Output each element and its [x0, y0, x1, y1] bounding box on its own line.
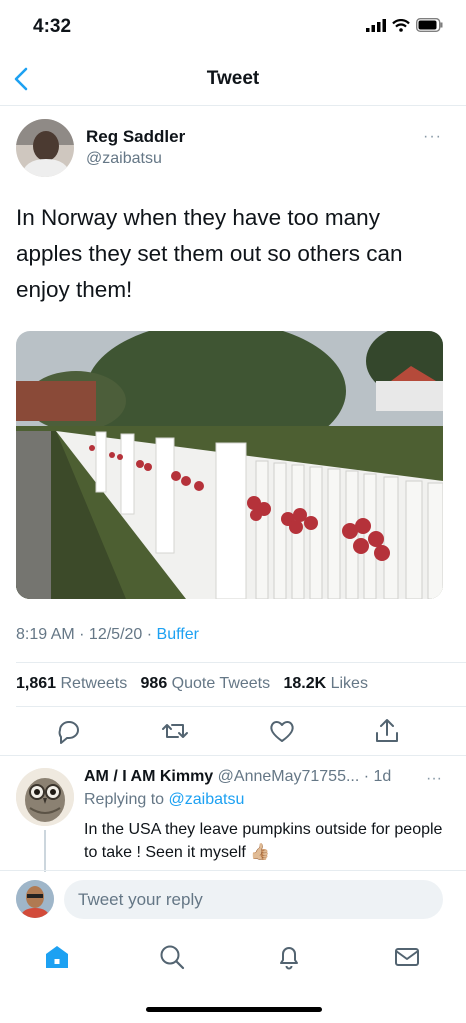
nav-divider [0, 105, 466, 106]
retweets-label: Retweets [56, 675, 128, 692]
thread-line [44, 830, 46, 872]
home-indicator[interactable] [146, 1007, 322, 1012]
retweet-icon[interactable] [160, 716, 190, 746]
tweet-text: In Norway when they have too many apples… [16, 205, 403, 302]
my-avatar [16, 880, 54, 918]
divider [0, 870, 466, 871]
heart-icon[interactable] [267, 716, 297, 746]
likes-label: Likes [326, 675, 368, 692]
likes-stat[interactable]: 18.2K Likes [283, 675, 368, 692]
reply-text: In the USA they leave pumpkins outside f… [84, 821, 443, 861]
reply-avatar[interactable] [16, 768, 74, 826]
author-handle[interactable]: @zaibatsu [86, 150, 162, 168]
page-title: Tweet [206, 68, 260, 89]
reply-placeholder: Tweet your reply [78, 890, 203, 909]
replying-to-link[interactable]: @zaibatsu [169, 791, 245, 808]
quotes-label: Quote Tweets [167, 675, 271, 692]
author-name[interactable]: Reg Saddler [86, 127, 185, 147]
replying-label: Replying to [84, 791, 169, 808]
divider [16, 706, 466, 707]
retweets-count: 1,861 [16, 675, 57, 692]
status-icons [366, 18, 444, 32]
quotes-stat[interactable]: 986 Quote Tweets [141, 675, 271, 692]
reply-more-options-icon[interactable]: ··· [426, 770, 442, 788]
divider [0, 755, 466, 756]
messages-icon[interactable] [392, 942, 422, 972]
reply-author-name[interactable]: AM / I AM Kimmy [84, 768, 213, 785]
reply-icon[interactable] [54, 716, 84, 746]
tweet-timestamp: 8:19 AM · 12/5/20 · [16, 626, 157, 643]
tweet-image[interactable] [16, 331, 443, 599]
signal-icon [366, 18, 386, 32]
tweet-meta: 8:19 AM · 12/5/20 · Buffer [16, 626, 199, 644]
avatar[interactable] [16, 119, 74, 177]
quotes-count: 986 [140, 675, 168, 692]
wifi-icon [392, 18, 410, 32]
reply-author-handle[interactable]: @AnneMay71755... · 1d [213, 768, 392, 785]
home-icon[interactable] [42, 942, 72, 972]
divider [16, 662, 466, 663]
retweets-stat[interactable]: 1,861 Retweets [16, 675, 127, 692]
status-time: 4:32 [33, 16, 72, 37]
search-icon[interactable] [157, 942, 187, 972]
share-icon[interactable] [372, 716, 402, 746]
battery-icon [416, 18, 443, 32]
notifications-icon[interactable] [274, 942, 304, 972]
replying-to: Replying to @zaibatsu [84, 791, 244, 809]
likes-count: 18.2K [283, 675, 327, 692]
tweet-stats: 1,861 Retweets 986 Quote Tweets 18.2K Li… [16, 675, 368, 693]
tweet-source-link[interactable]: Buffer [157, 626, 199, 643]
more-options-icon[interactable]: ··· [423, 128, 442, 146]
reply-header: AM / I AM Kimmy @AnneMay71755... · 1d [84, 768, 391, 786]
